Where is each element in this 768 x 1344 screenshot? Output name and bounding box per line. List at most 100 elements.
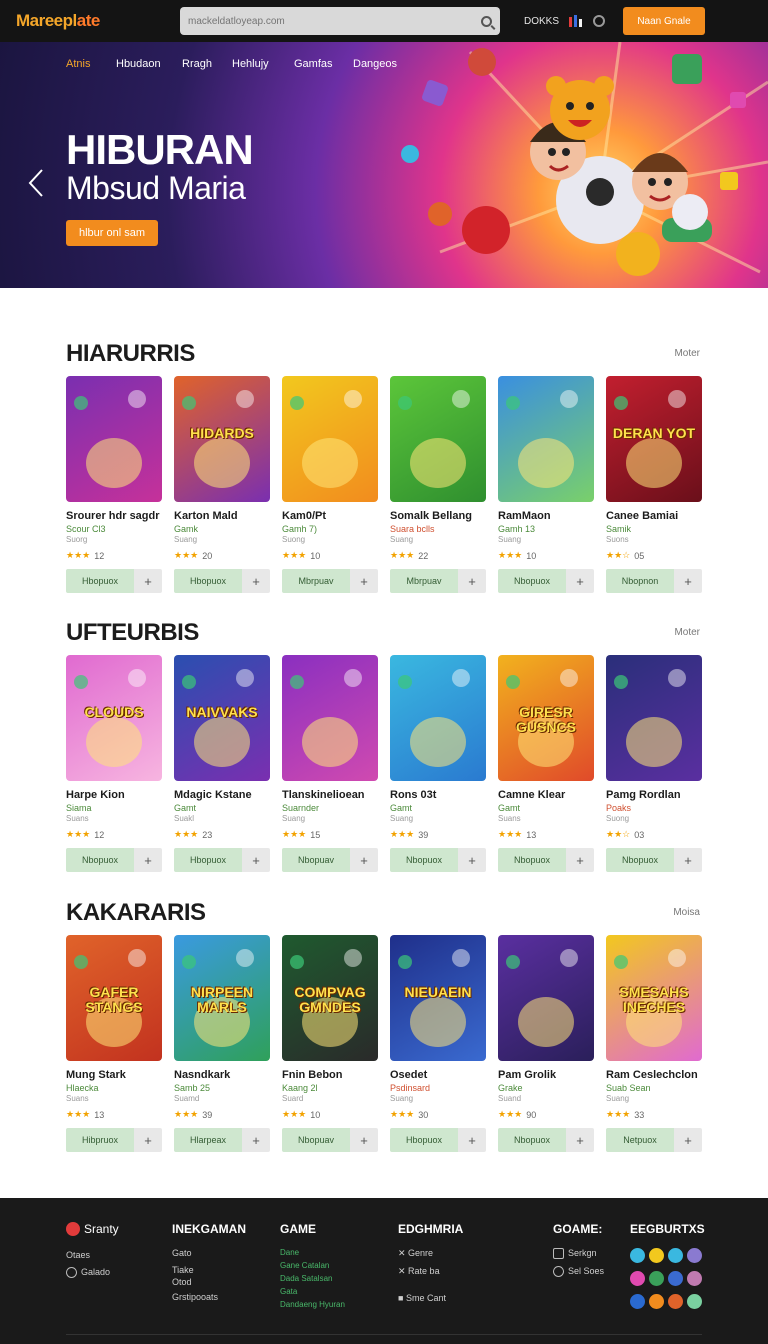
plus-icon[interactable]: +: [242, 569, 270, 593]
add-button[interactable]: Nbopuox: [498, 848, 566, 872]
social-icon[interactable]: [630, 1248, 645, 1263]
plus-icon[interactable]: +: [458, 1128, 486, 1152]
plus-icon[interactable]: +: [458, 569, 486, 593]
game-title[interactable]: RamMaon: [498, 510, 594, 522]
notification-icon[interactable]: [593, 15, 606, 27]
game-thumbnail[interactable]: [282, 655, 378, 781]
hero-nav-item[interactable]: Gamfas: [294, 58, 353, 70]
footer-link[interactable]: Tiake: [172, 1265, 246, 1275]
social-icon[interactable]: [668, 1271, 683, 1286]
social-icon[interactable]: [687, 1294, 702, 1309]
game-thumbnail[interactable]: [498, 935, 594, 1061]
game-title[interactable]: Camne Klear: [498, 789, 594, 801]
game-title[interactable]: Tlanskinelioean: [282, 789, 378, 801]
social-icon[interactable]: [668, 1294, 683, 1309]
section-more-link[interactable]: Moisa: [673, 907, 700, 918]
game-thumbnail[interactable]: [606, 655, 702, 781]
footer-link[interactable]: Grstipooats: [172, 1292, 246, 1302]
game-card[interactable]: Kam0/Pt Gamh 7) Suong ★★★ 10 Mbrpuav +: [282, 376, 378, 593]
plus-icon[interactable]: +: [350, 569, 378, 593]
game-card[interactable]: DERAN YOT Canee Bamiai Samik Suons ★★☆ 05 Nbop…: [606, 376, 702, 593]
game-thumbnail[interactable]: DERAN YOT: [606, 376, 702, 502]
footer-link[interactable]: ✕ Rate ba: [398, 1266, 463, 1277]
footer-link[interactable]: Gato: [172, 1248, 246, 1258]
game-title[interactable]: Mung Stark: [66, 1069, 162, 1081]
game-card[interactable]: HIDARDS Karton Mald Gamk Suang ★★★ 20 Hbopuox +: [174, 376, 270, 593]
game-card[interactable]: GIRESR GUSNCS Camne Klear Gamt Suans ★★★ 13 Nb…: [498, 655, 594, 872]
plus-icon[interactable]: +: [674, 569, 702, 593]
game-card[interactable]: Srourer hdr sagdr Scour Cl3 Suorg ★★★ 12 Hbop…: [66, 376, 162, 593]
game-card[interactable]: SMESAHS INECHES Ram Ceslechclon Suab Sean S…: [606, 935, 702, 1152]
game-title[interactable]: Fnin Bebon: [282, 1069, 378, 1081]
add-button[interactable]: Hlarpeax: [174, 1128, 242, 1152]
footer-logo[interactable]: Sranty: [66, 1222, 119, 1236]
game-thumbnail[interactable]: COMPVAG GMNDES: [282, 935, 378, 1061]
game-title[interactable]: Karton Mald: [174, 510, 270, 522]
plus-icon[interactable]: +: [134, 569, 162, 593]
game-card[interactable]: Rons 03t Gamt Suang ★★★ 39 Nbopuox +: [390, 655, 486, 872]
hero-nav-item[interactable]: Atnis: [66, 58, 116, 70]
game-thumbnail[interactable]: HIDARDS: [174, 376, 270, 502]
add-button[interactable]: Hbopuox: [66, 569, 134, 593]
plus-icon[interactable]: +: [134, 848, 162, 872]
section-more-link[interactable]: Moter: [674, 627, 700, 638]
game-thumbnail[interactable]: [390, 655, 486, 781]
site-logo[interactable]: Mareeplate: [16, 11, 128, 31]
game-thumbnail[interactable]: [282, 376, 378, 502]
game-title[interactable]: Mdagic Kstane: [174, 789, 270, 801]
game-title[interactable]: Harpe Kion: [66, 789, 162, 801]
game-title[interactable]: Rons 03t: [390, 789, 486, 801]
plus-icon[interactable]: +: [566, 848, 594, 872]
search-bar[interactable]: [180, 7, 500, 35]
search-icon[interactable]: [481, 15, 492, 27]
add-button[interactable]: Hibpruox: [66, 1128, 134, 1152]
hero-nav-item[interactable]: Dangeos: [353, 58, 413, 70]
plus-icon[interactable]: +: [566, 569, 594, 593]
game-thumbnail[interactable]: NIEUAEIN: [390, 935, 486, 1061]
social-icon[interactable]: [649, 1248, 664, 1263]
language-flag-icon[interactable]: [569, 15, 583, 27]
add-button[interactable]: Nbopuav: [282, 848, 350, 872]
game-card[interactable]: Somalk Bellang Suara bclls Suang ★★★ 22 Mbrpu…: [390, 376, 486, 593]
game-title[interactable]: Pamg Rordlan: [606, 789, 702, 801]
hero-nav-item[interactable]: Hehlujy: [232, 58, 294, 70]
game-title[interactable]: Pam Grolik: [498, 1069, 594, 1081]
add-button[interactable]: Nbopnon: [606, 569, 674, 593]
game-title[interactable]: Ram Ceslechclon: [606, 1069, 702, 1081]
footer-link[interactable]: Dane: [280, 1248, 345, 1257]
header-cta-button[interactable]: Naan Gnale: [623, 7, 706, 35]
game-title[interactable]: Canee Bamiai: [606, 510, 702, 522]
game-thumbnail[interactable]: [66, 376, 162, 502]
game-thumbnail[interactable]: NAIVVAKS: [174, 655, 270, 781]
game-thumbnail[interactable]: CLOUDS: [66, 655, 162, 781]
game-card[interactable]: GAFER STANGS Mung Stark Hlaecka Suans ★★★ 13 H…: [66, 935, 162, 1152]
footer-link[interactable]: Galado: [66, 1267, 119, 1279]
add-button[interactable]: Hbopuox: [390, 1128, 458, 1152]
game-thumbnail[interactable]: GAFER STANGS: [66, 935, 162, 1061]
game-thumbnail[interactable]: [390, 376, 486, 502]
game-card[interactable]: NIEUAEIN Osedet Psdinsard Suang ★★★ 30 Hbopuox…: [390, 935, 486, 1152]
add-button[interactable]: Hbopuox: [174, 848, 242, 872]
game-card[interactable]: NAIVVAKS Mdagic Kstane Gamt Suakl ★★★ 23 Hbopu…: [174, 655, 270, 872]
hero-nav-item[interactable]: Hbudaon: [116, 58, 182, 70]
footer-link[interactable]: Otod: [172, 1277, 246, 1287]
game-title[interactable]: Somalk Bellang: [390, 510, 486, 522]
add-button[interactable]: Nbopuav: [282, 1128, 350, 1152]
game-card[interactable]: Pamg Rordlan Poaks Suong ★★☆ 03 Nbopuox +: [606, 655, 702, 872]
game-title[interactable]: Nasndkark: [174, 1069, 270, 1081]
footer-link[interactable]: Otaes: [66, 1250, 119, 1260]
game-title[interactable]: Osedet: [390, 1069, 486, 1081]
add-button[interactable]: Nbopuox: [390, 848, 458, 872]
footer-link[interactable]: ■ Sme Cant: [398, 1293, 463, 1303]
game-card[interactable]: COMPVAG GMNDES Fnin Bebon Kaang 2l Suard ★★★…: [282, 935, 378, 1152]
plus-icon[interactable]: +: [566, 1128, 594, 1152]
header-link[interactable]: DOKKS: [524, 16, 559, 27]
hero-nav-item[interactable]: Rragh: [182, 58, 232, 70]
game-card[interactable]: NIRPEEN MARLS Nasndkark Samb 25 Suamd ★★★ 39 H…: [174, 935, 270, 1152]
game-card[interactable]: RamMaon Gamh 13 Suang ★★★ 10 Nbopuox +: [498, 376, 594, 593]
plus-icon[interactable]: +: [458, 848, 486, 872]
footer-link[interactable]: Sel Soes: [553, 1266, 604, 1278]
plus-icon[interactable]: +: [674, 1128, 702, 1152]
game-card[interactable]: Pam Grolik Grake Suand ★★★ 90 Nbopuox +: [498, 935, 594, 1152]
game-card[interactable]: CLOUDS Harpe Kion Siama Suans ★★★ 12 Nbopuox +: [66, 655, 162, 872]
